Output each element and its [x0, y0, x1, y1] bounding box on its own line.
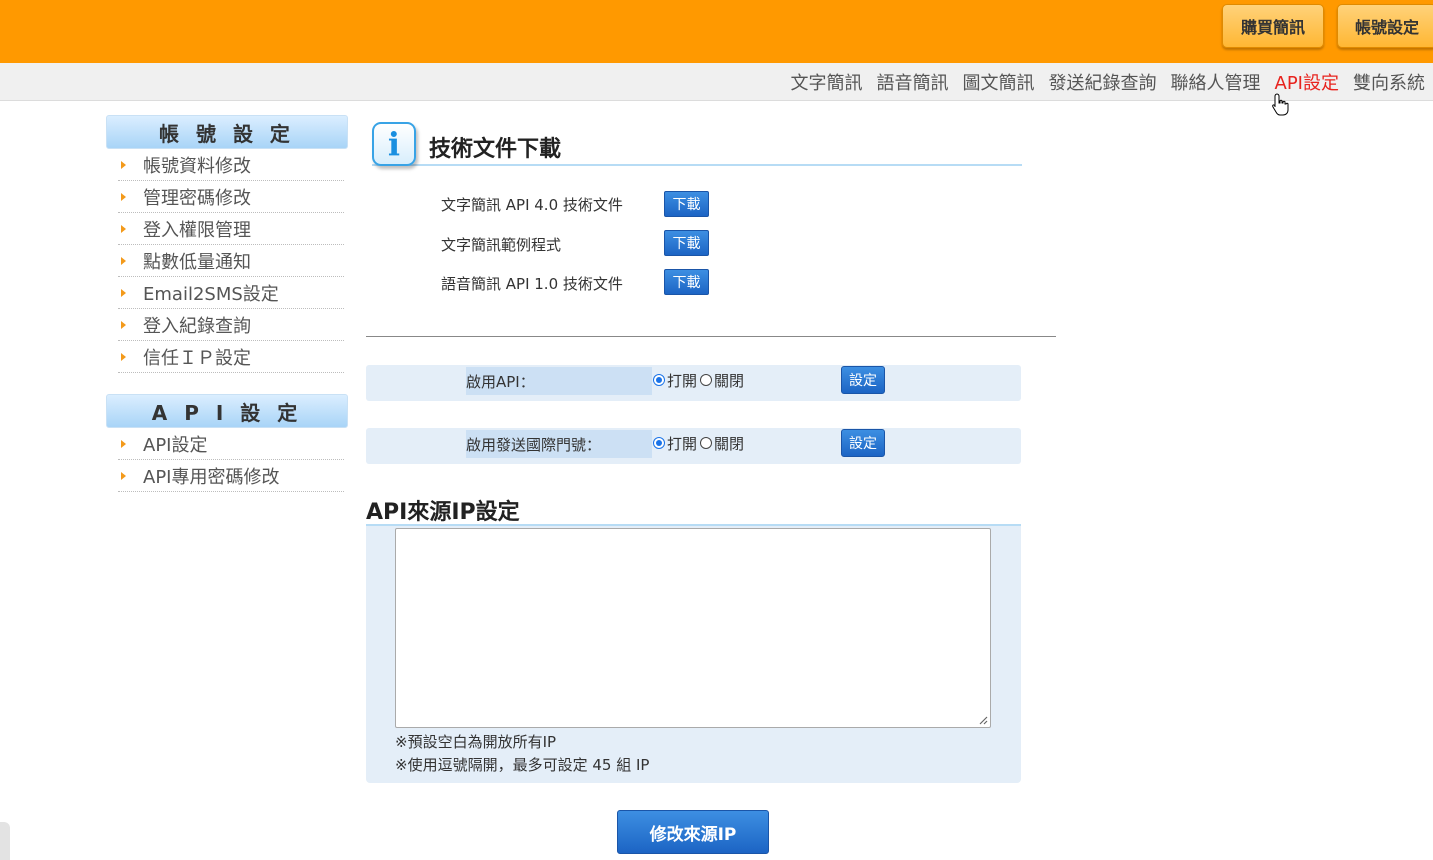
side-tab[interactable]	[0, 822, 10, 860]
sidebar-account-list: 帳號資料修改 管理密碼修改 登入權限管理 點數低量通知 Email2SMS設定 …	[118, 150, 344, 374]
sidebar-account-header: 帳 號 設 定	[106, 115, 348, 149]
ip-note-limit: ※使用逗號隔開，最多可設定 45 組 IP	[395, 756, 650, 774]
sidebar-item-label: API專用密碼修改	[143, 467, 280, 488]
sidebar-item-label: 登入紀錄查詢	[143, 316, 251, 337]
sidebar-item-low-points[interactable]: 點數低量通知	[118, 246, 344, 277]
section-divider	[366, 336, 1056, 337]
arrow-right-icon	[121, 161, 126, 169]
sidebar-item-label: 帳號資料修改	[143, 156, 251, 177]
nav-item-send-records[interactable]: 發送紀錄查詢	[1049, 69, 1157, 95]
sidebar-item-label: 登入權限管理	[143, 220, 251, 241]
sidebar-api-list: API設定 API專用密碼修改	[118, 429, 344, 493]
arrow-right-icon	[121, 472, 126, 480]
main-nav: 文字簡訊 語音簡訊 圖文簡訊 發送紀錄查詢 聯絡人管理 API設定 雙向系統	[0, 63, 1433, 101]
arrow-right-icon	[121, 257, 126, 265]
enable-api-set-button[interactable]: 設定	[841, 366, 885, 394]
nav-item-voice-sms[interactable]: 語音簡訊	[877, 69, 949, 95]
enable-intl-on-label: 打開	[667, 434, 698, 453]
nav-item-api-settings[interactable]: API設定	[1275, 69, 1339, 95]
sidebar-api-header: A P I 設 定	[106, 394, 348, 428]
sidebar-item-api-password[interactable]: API專用密碼修改	[118, 461, 344, 492]
enable-intl-row: 啟用發送國際門號： 打開 關閉 設定	[366, 428, 1021, 464]
enable-api-off-label: 關閉	[714, 371, 745, 390]
doc-label-sms-api: 文字簡訊 API 4.0 技術文件	[441, 196, 623, 214]
download-sms-api-button[interactable]: 下載	[664, 191, 709, 217]
tech-docs-title: 技術文件下載	[429, 137, 562, 162]
sidebar-item-email2sms[interactable]: Email2SMS設定	[118, 278, 344, 309]
enable-intl-label: 啟用發送國際門號：	[466, 430, 652, 458]
enable-api-on-radio[interactable]	[653, 374, 665, 386]
enable-api-row: 啟用API： 打開 關閉 設定	[366, 365, 1021, 401]
arrow-right-icon	[121, 321, 126, 329]
arrow-right-icon	[121, 289, 126, 297]
sidebar-item-login-permissions[interactable]: 登入權限管理	[118, 214, 344, 245]
hand-pointer-icon	[1272, 93, 1289, 116]
ip-note-default: ※預設空白為開放所有IP	[395, 733, 557, 751]
ip-settings-title: API來源IP設定	[366, 494, 1021, 526]
enable-api-on-label: 打開	[667, 371, 698, 390]
enable-api-label: 啟用API：	[466, 367, 652, 395]
doc-label-voice-api: 語音簡訊 API 1.0 技術文件	[441, 275, 623, 293]
sidebar-item-label: 管理密碼修改	[143, 188, 251, 209]
arrow-right-icon	[121, 353, 126, 361]
resize-handle-icon[interactable]	[978, 715, 988, 725]
sidebar-item-login-records[interactable]: 登入紀錄查詢	[118, 310, 344, 341]
enable-api-off-radio[interactable]	[700, 374, 713, 386]
sidebar-item-label: 點數低量通知	[143, 252, 251, 273]
nav-items: 文字簡訊 語音簡訊 圖文簡訊 發送紀錄查詢 聯絡人管理 API設定 雙向系統	[791, 63, 1425, 100]
nav-item-mms[interactable]: 圖文簡訊	[963, 69, 1035, 95]
sidebar-item-label: Email2SMS設定	[143, 284, 279, 305]
doc-label-sms-sample: 文字簡訊範例程式	[441, 236, 562, 254]
sidebar-item-api-settings[interactable]: API設定	[118, 429, 344, 460]
ip-list-textarea[interactable]	[395, 528, 991, 728]
enable-intl-on-radio[interactable]	[653, 437, 665, 449]
arrow-right-icon	[121, 193, 126, 201]
account-settings-button[interactable]: 帳號設定	[1337, 4, 1433, 48]
sidebar-item-trusted-ip[interactable]: 信任ＩＰ設定	[118, 342, 344, 373]
enable-api-radio-group: 打開 關閉	[653, 365, 744, 395]
sidebar-item-label: API設定	[143, 435, 208, 456]
tech-docs-heading: i 技術文件下載	[372, 122, 1022, 166]
arrow-right-icon	[121, 225, 126, 233]
download-sms-sample-button[interactable]: 下載	[664, 230, 709, 256]
enable-intl-off-radio[interactable]	[700, 437, 713, 449]
nav-item-two-way[interactable]: 雙向系統	[1353, 69, 1425, 95]
sidebar-item-admin-password[interactable]: 管理密碼修改	[118, 182, 344, 213]
nav-item-text-sms[interactable]: 文字簡訊	[791, 69, 863, 95]
enable-intl-radio-group: 打開 關閉	[653, 428, 744, 458]
arrow-right-icon	[121, 440, 126, 448]
download-voice-api-button[interactable]: 下載	[664, 269, 709, 295]
buy-sms-button[interactable]: 購買簡訊	[1222, 4, 1324, 48]
enable-intl-set-button[interactable]: 設定	[841, 429, 885, 457]
top-header: 購買簡訊 帳號設定	[0, 0, 1433, 63]
sidebar-item-account-info[interactable]: 帳號資料修改	[118, 150, 344, 181]
update-source-ip-button[interactable]: 修改來源IP	[617, 810, 769, 854]
sidebar-item-label: 信任ＩＰ設定	[143, 348, 251, 369]
info-icon: i	[372, 122, 416, 166]
nav-item-contacts[interactable]: 聯絡人管理	[1171, 69, 1261, 95]
enable-intl-off-label: 關閉	[714, 434, 745, 453]
ip-settings-panel: ※預設空白為開放所有IP ※使用逗號隔開，最多可設定 45 組 IP	[366, 526, 1021, 783]
